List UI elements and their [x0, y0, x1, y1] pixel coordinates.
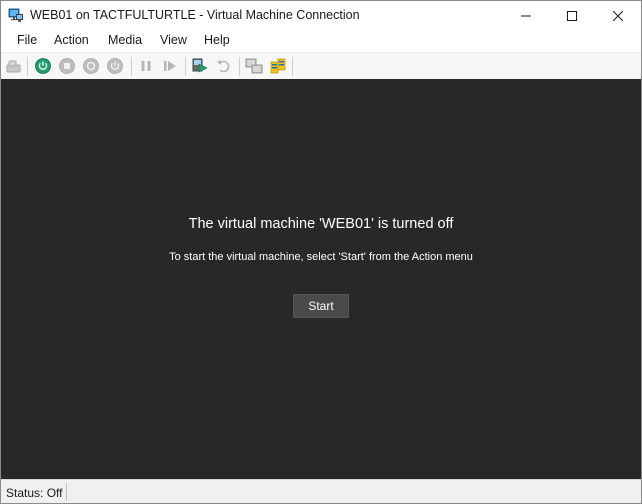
title-bar: WEB01 on TACTFULTURTLE - Virtual Machine… [1, 1, 641, 31]
menu-action[interactable]: Action [52, 33, 91, 47]
vm-start-instructions: To start the virtual machine, select 'St… [169, 251, 473, 263]
toolbar-separator [239, 57, 240, 76]
minimize-icon [521, 15, 531, 17]
pause-button[interactable] [137, 57, 155, 75]
toolbar-separator [185, 57, 186, 76]
save-state-button[interactable] [106, 57, 124, 75]
checkpoint-button[interactable] [191, 57, 209, 75]
status-text: Status: Off [6, 486, 63, 500]
maximize-icon [567, 11, 577, 21]
resume-button[interactable] [161, 57, 179, 75]
enhanced-session-icon [245, 58, 263, 74]
start-toolbar-button[interactable] [34, 57, 52, 75]
status-separator [66, 483, 67, 501]
vm-off-message: The virtual machine 'WEB01' is turned of… [188, 216, 454, 232]
shutdown-button[interactable] [82, 57, 100, 75]
checkpoint-icon [192, 58, 208, 73]
vm-display-area[interactable]: The virtual machine 'WEB01' is turned of… [1, 79, 641, 479]
revert-icon [217, 60, 230, 73]
status-bar: Status: Off [1, 479, 641, 503]
close-button[interactable] [595, 1, 641, 31]
pause-icon [141, 61, 151, 71]
menu-media[interactable]: Media [106, 33, 144, 47]
start-button[interactable]: Start [293, 294, 349, 318]
turn-off-icon [59, 58, 75, 74]
toolbar-separator [131, 57, 132, 76]
vm-connection-app-icon [8, 8, 24, 24]
share-icon [270, 58, 286, 74]
revert-button[interactable] [215, 57, 233, 75]
close-icon [613, 11, 623, 21]
maximize-button[interactable] [549, 1, 595, 31]
menu-bar: File Action Media View Help [1, 31, 641, 51]
shutdown-icon [83, 58, 99, 74]
window-title: WEB01 on TACTFULTURTLE - Virtual Machine… [30, 8, 360, 22]
menu-file[interactable]: File [15, 33, 39, 47]
turn-off-button[interactable] [58, 57, 76, 75]
minimize-button[interactable] [503, 1, 549, 31]
ctrl-alt-del-button[interactable] [5, 57, 23, 75]
menu-view[interactable]: View [158, 33, 189, 47]
vm-connection-window: WEB01 on TACTFULTURTLE - Virtual Machine… [0, 0, 642, 504]
menu-help[interactable]: Help [202, 33, 232, 47]
save-icon [107, 58, 123, 74]
resume-icon [164, 61, 176, 71]
start-icon [35, 58, 51, 74]
toolbar-separator [27, 57, 28, 76]
share-button[interactable] [269, 57, 287, 75]
toolbar [1, 52, 641, 80]
ctrl-alt-del-icon [6, 60, 21, 73]
enhanced-session-button[interactable] [245, 57, 263, 75]
toolbar-separator [292, 57, 293, 76]
